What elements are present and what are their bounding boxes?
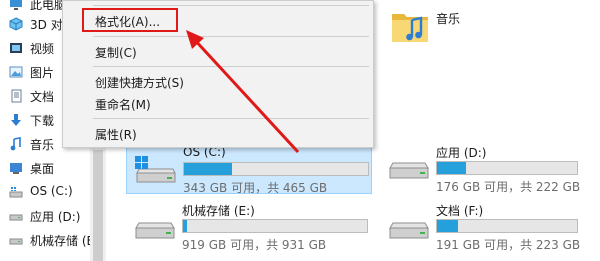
nav-item-label: 机械存储 (E (30, 234, 95, 248)
video-icon (10, 43, 22, 53)
drive-usage-bar (436, 219, 578, 233)
menu-item-rename[interactable]: 重命名(M) (65, 92, 371, 114)
drive-usage-bar (182, 219, 368, 233)
drive-icon (389, 162, 429, 179)
menu-item-label: 重命名(M) (95, 98, 151, 112)
menu-item-format[interactable]: 格式化(A)... (65, 9, 371, 31)
drive-capacity: 176 GB 可用，共 222 GB (436, 180, 581, 194)
download-icon (11, 114, 21, 126)
drive-mech-e[interactable]: 机械存储 (E:) 919 GB 可用，共 931 GB (126, 200, 372, 252)
drive-capacity: 191 GB 可用，共 223 GB (436, 238, 581, 252)
nav-item-label: 音乐 (30, 138, 55, 152)
pictures-icon (9, 66, 23, 78)
drive-usage-bar (436, 161, 578, 175)
drive-name: 应用 (D:) (436, 146, 487, 160)
nav-item-label: 文档 (30, 90, 55, 104)
drive-name: 文档 (F:) (436, 204, 484, 218)
drive-app-d[interactable]: 应用 (D:) 176 GB 可用，共 222 GB (380, 142, 600, 194)
drive-name: 机械存储 (E:) (182, 204, 255, 218)
menu-separator (93, 66, 369, 67)
folder-music[interactable]: 音乐 (390, 4, 510, 50)
documents-icon (11, 89, 22, 103)
computer-icon (10, 0, 22, 10)
drive-icon (9, 214, 23, 221)
menu-separator (93, 118, 369, 119)
desktop-icon (10, 163, 22, 174)
drive-doc-f[interactable]: 文档 (F:) 191 GB 可用，共 223 GB (380, 200, 600, 252)
3d-objects-icon (9, 17, 23, 31)
drive-os-c[interactable]: OS (C:) 343 GB 可用，共 465 GB (126, 142, 372, 195)
os-drive-icon (9, 187, 23, 198)
menu-item-label: 复制(C) (95, 46, 137, 60)
drive-usage-fill (437, 220, 458, 232)
menu-item-label: 创建快捷方式(S) (95, 76, 184, 90)
context-menu: 格式化(A)... 复制(C) 创建快捷方式(S) 重命名(M) 属性(R) (62, 0, 374, 148)
menu-separator (93, 5, 369, 6)
drive-usage-fill (437, 162, 467, 174)
nav-scrollbar-thumb[interactable] (93, 150, 103, 261)
drive-icon (135, 222, 175, 239)
menu-item-create-shortcut[interactable]: 创建快捷方式(S) (65, 70, 371, 92)
drive-icon (9, 238, 23, 245)
folder-label: 音乐 (436, 12, 461, 26)
menu-item-copy[interactable]: 复制(C) (65, 40, 371, 62)
nav-item-label: 桌面 (30, 162, 55, 176)
nav-item-label: 图片 (30, 66, 55, 80)
menu-item-properties[interactable]: 属性(R) (65, 122, 371, 144)
drive-capacity: 343 GB 可用，共 465 GB (183, 181, 328, 195)
windows-drive-icon (135, 156, 176, 183)
music-icon (10, 137, 21, 151)
drive-capacity: 919 GB 可用，共 931 GB (182, 238, 327, 252)
nav-item-label: 下载 (30, 114, 55, 128)
drive-icon (389, 222, 429, 239)
drive-usage-fill (184, 163, 232, 175)
menu-item-label: 属性(R) (95, 128, 137, 142)
menu-item-label: 格式化(A)... (95, 15, 161, 29)
nav-item-label: 视频 (30, 42, 55, 56)
nav-item-label: 应用 (D:) (30, 210, 81, 224)
nav-item-label: OS (C:) (30, 184, 73, 198)
menu-separator (93, 36, 369, 37)
music-folder-icon (392, 14, 428, 42)
drive-usage-fill (183, 220, 187, 232)
drive-usage-bar (183, 162, 369, 176)
